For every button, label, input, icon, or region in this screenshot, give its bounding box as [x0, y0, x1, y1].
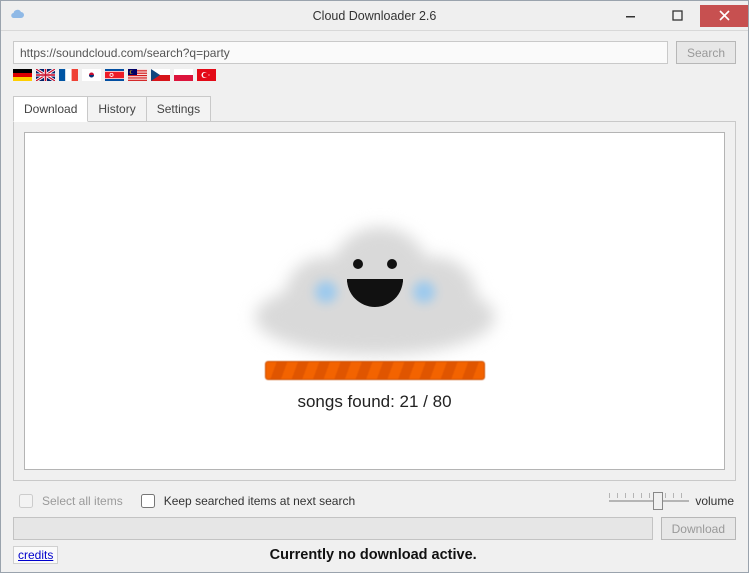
- download-row: Download: [13, 517, 736, 540]
- content-frame: songs found: 21 / 80: [24, 132, 725, 470]
- download-button[interactable]: Download: [661, 517, 736, 540]
- minimize-button[interactable]: [608, 5, 654, 27]
- flag-kp-icon[interactable]: [105, 69, 124, 81]
- songs-found-label: songs found: 21 / 80: [297, 392, 451, 412]
- flag-fr-icon[interactable]: [59, 69, 78, 81]
- keep-searched-label: Keep searched items at next search: [164, 494, 355, 508]
- volume-label: volume: [695, 494, 734, 508]
- select-all-checkbox[interactable]: Select all items: [15, 491, 123, 511]
- close-button[interactable]: [700, 5, 748, 27]
- flag-gb-icon[interactable]: [36, 69, 55, 81]
- tab-settings[interactable]: Settings: [146, 96, 211, 122]
- status-row: credits Currently no download active.: [13, 546, 736, 564]
- tab-panel: songs found: 21 / 80: [13, 121, 736, 481]
- client-area: Search Download History Settings: [1, 31, 748, 572]
- tab-history[interactable]: History: [87, 96, 146, 122]
- cloud-illustration: [225, 191, 525, 351]
- download-progress-bar: [13, 517, 653, 540]
- app-window: Cloud Downloader 2.6 Search: [0, 0, 749, 573]
- volume-slider[interactable]: [609, 491, 689, 511]
- cloud-face-icon: [315, 239, 435, 319]
- credits-link[interactable]: credits: [13, 546, 58, 564]
- search-button[interactable]: Search: [676, 41, 736, 64]
- status-text: Currently no download active.: [68, 547, 678, 563]
- search-progress-bar: [265, 361, 485, 380]
- options-row: Select all items Keep searched items at …: [13, 491, 736, 511]
- keep-searched-checkbox[interactable]: Keep searched items at next search: [137, 491, 355, 511]
- maximize-button[interactable]: [654, 5, 700, 27]
- flag-my-icon[interactable]: [128, 69, 147, 81]
- volume-control: volume: [609, 491, 734, 511]
- language-flags: [13, 69, 736, 81]
- tab-bar: Download History Settings: [13, 95, 736, 121]
- titlebar: Cloud Downloader 2.6: [1, 1, 748, 31]
- app-icon: [9, 8, 25, 24]
- flag-de-icon[interactable]: [13, 69, 32, 81]
- window-controls: [608, 5, 748, 27]
- url-input[interactable]: [13, 41, 668, 64]
- flag-cz-icon[interactable]: [151, 69, 170, 81]
- flag-kr-icon[interactable]: [82, 69, 101, 81]
- flag-pl-icon[interactable]: [174, 69, 193, 81]
- search-row: Search: [13, 41, 736, 64]
- flag-tr-icon[interactable]: [197, 69, 216, 81]
- tab-download[interactable]: Download: [13, 96, 88, 122]
- select-all-label: Select all items: [42, 494, 123, 508]
